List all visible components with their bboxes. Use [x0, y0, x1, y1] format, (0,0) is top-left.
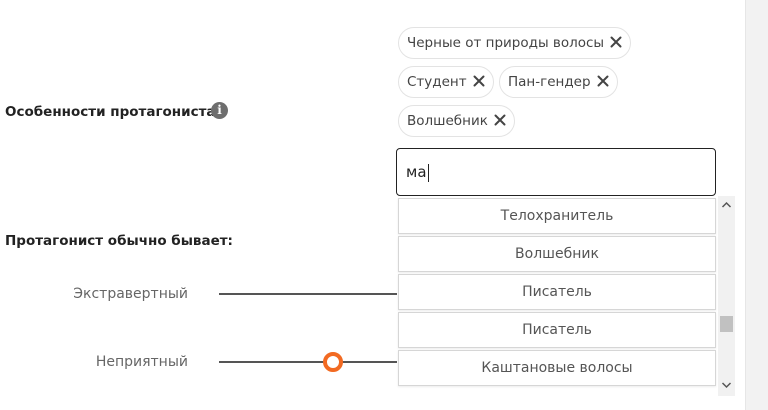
slider-label: Экстравертный — [73, 286, 188, 302]
protagonist-features-label: Особенности протагониста — [5, 104, 216, 120]
tag-chip: Студент — [398, 66, 494, 98]
close-icon[interactable] — [610, 29, 622, 48]
tag-chip: Волшебник — [398, 105, 515, 137]
dropdown-option[interactable]: Каштановые волосы — [398, 350, 716, 386]
slider-label: Неприятный — [95, 354, 188, 370]
info-icon[interactable]: i — [211, 102, 228, 119]
tag-label: Пан-гендер — [508, 74, 591, 90]
protagonist-usually-label: Протагонист обычно бывает: — [5, 233, 233, 249]
scrollbar-thumb[interactable] — [720, 316, 733, 332]
slider-track[interactable] — [219, 361, 397, 363]
dropdown-option[interactable]: Писатель — [398, 274, 716, 310]
slider-handle[interactable] — [322, 352, 343, 372]
page-edge-panel — [745, 0, 768, 410]
dropdown-option[interactable]: Писатель — [398, 312, 716, 348]
search-input-value: ма — [406, 163, 427, 181]
tag-label: Волшебник — [407, 113, 488, 129]
tag-chip: Пан-гендер — [499, 66, 618, 98]
feature-search-input[interactable]: ма — [396, 148, 716, 196]
close-icon[interactable] — [473, 68, 485, 87]
dropdown-option[interactable]: Телохранитель — [398, 198, 716, 234]
tag-label: Студент — [407, 74, 467, 90]
close-icon[interactable] — [494, 107, 506, 126]
dropdown-option[interactable]: Волшебник — [398, 236, 716, 272]
tag-chip: Черные от природы волосы — [398, 27, 632, 59]
chevron-down-icon[interactable] — [718, 378, 735, 392]
dropdown-scrollbar[interactable] — [718, 196, 735, 396]
close-icon[interactable] — [597, 68, 609, 87]
text-caret — [427, 163, 429, 182]
suggestions-dropdown: Телохранитель Волшебник Писатель Писател… — [396, 196, 738, 396]
chevron-up-icon[interactable] — [718, 198, 735, 212]
slider-track[interactable] — [219, 293, 397, 295]
tag-label: Черные от природы волосы — [407, 35, 605, 51]
